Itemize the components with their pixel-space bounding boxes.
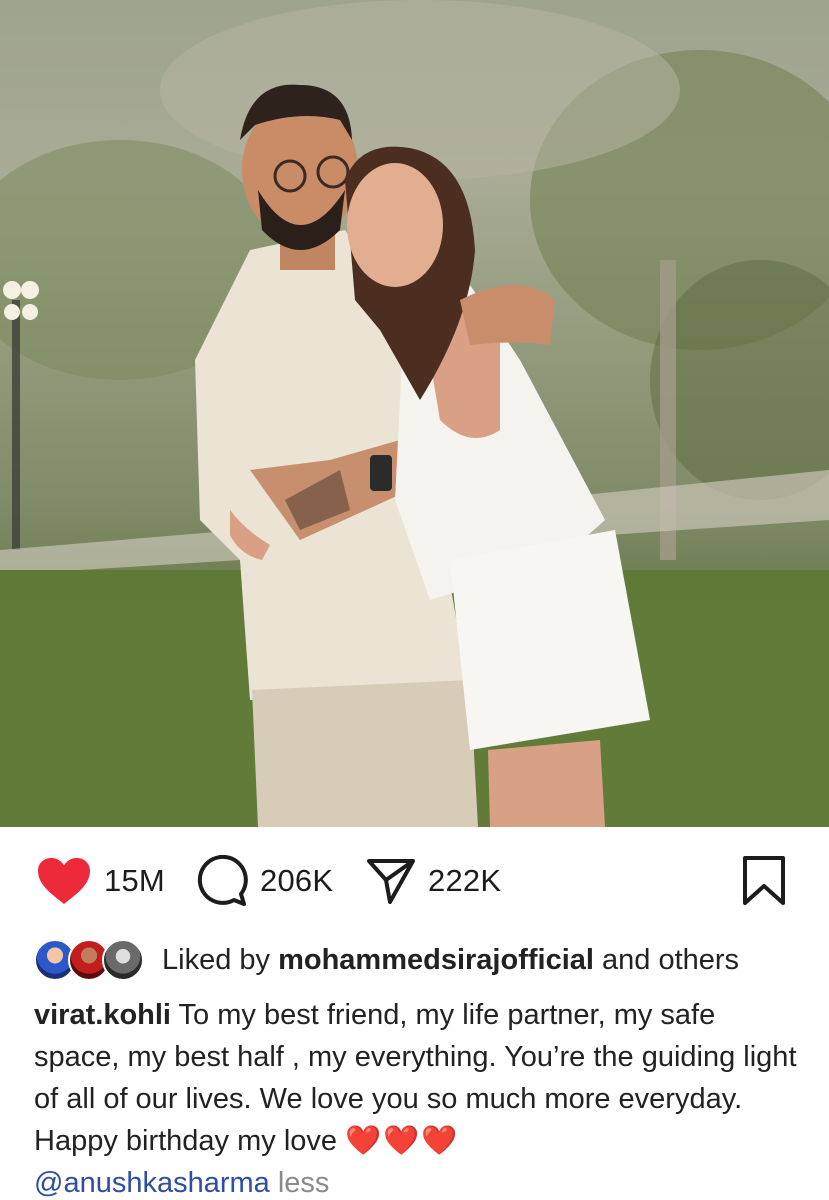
caption-less-button[interactable]: less xyxy=(278,1167,330,1199)
heart-icon[interactable] xyxy=(36,856,92,906)
save-button[interactable] xyxy=(740,855,788,907)
share-action: 222K xyxy=(366,855,501,907)
post-action-bar: 15M 206K 222K xyxy=(0,827,829,935)
comment-icon[interactable] xyxy=(196,855,248,907)
avatar xyxy=(102,939,144,981)
send-icon[interactable] xyxy=(366,856,416,906)
bookmark-icon xyxy=(743,856,785,905)
liked-by-row[interactable]: Liked by mohammedsirajofficial and other… xyxy=(34,938,739,982)
liked-by-suffix[interactable]: and others xyxy=(602,944,739,976)
liked-by-prefix: Liked by xyxy=(162,943,271,976)
caption-hearts: ❤️❤️❤️ xyxy=(345,1125,460,1157)
liked-by-text: Liked by mohammedsirajofficial and other… xyxy=(162,944,739,977)
post-photo-illustration xyxy=(0,0,829,827)
liked-by-avatars xyxy=(34,939,146,981)
post-image[interactable] xyxy=(0,0,829,827)
post-caption: virat.kohli To my best friend, my life p… xyxy=(34,994,804,1200)
share-count[interactable]: 222K xyxy=(428,863,501,899)
comment-count[interactable]: 206K xyxy=(260,863,333,899)
like-count[interactable]: 15M xyxy=(104,863,165,899)
like-action: 15M xyxy=(36,855,165,907)
caption-mention-link[interactable]: @anushkasharma xyxy=(34,1167,270,1199)
comment-action: 206K xyxy=(196,855,333,907)
liked-by-user-link[interactable]: mohammedsirajofficial xyxy=(278,944,594,976)
caption-username[interactable]: virat.kohli xyxy=(34,999,171,1031)
